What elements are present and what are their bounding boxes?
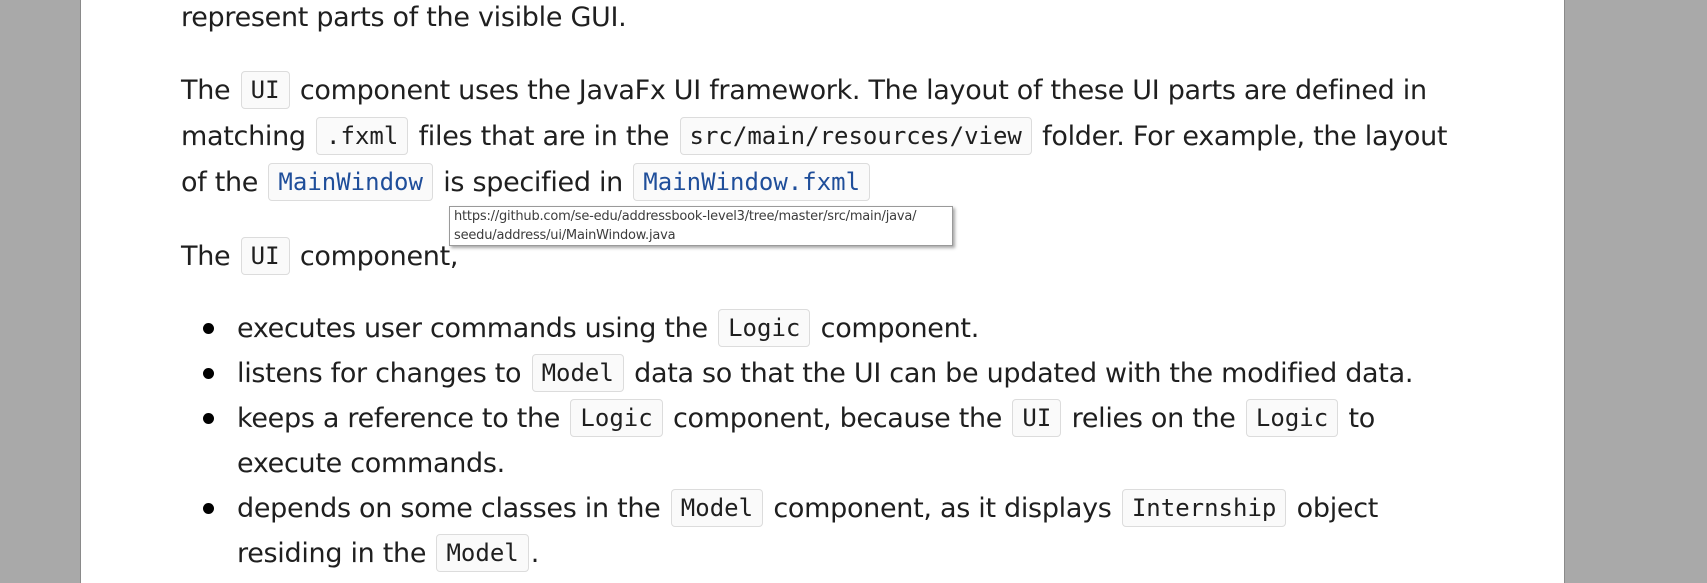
tooltip-url-line-1: https://github.com/se-edu/addressbook-le… bbox=[454, 209, 917, 224]
document-page: represent parts of the visible GUI. The … bbox=[80, 0, 1565, 583]
inline-code-view-path: src/main/resources/view bbox=[679, 117, 1032, 155]
list-item: keeps a reference to the Logic component… bbox=[203, 396, 1413, 486]
inline-code-internship: Internship bbox=[1121, 489, 1287, 527]
ui-framework-paragraph: The UI component uses the JavaFx UI fram… bbox=[181, 68, 1448, 206]
bullet-icon bbox=[203, 413, 214, 424]
inline-code-logic: Logic bbox=[1245, 399, 1339, 437]
list-item: listens for changes to Model data so tha… bbox=[203, 351, 1413, 396]
list-item: executes user commands using the Logic c… bbox=[203, 306, 1413, 351]
mainwindow-link[interactable]: MainWindow bbox=[268, 163, 433, 201]
inline-code-model: Model bbox=[670, 489, 764, 527]
list-item: depends on some classes in the Model com… bbox=[203, 486, 1413, 576]
tooltip-url-line-2: seedu/address/ui/MainWindow.java bbox=[454, 228, 676, 243]
inline-code-logic: Logic bbox=[570, 399, 663, 437]
bullet-icon bbox=[203, 323, 214, 334]
inline-code-ui: UI bbox=[1012, 399, 1062, 437]
ui-responsibilities-list: executes user commands using the Logic c… bbox=[181, 306, 1413, 576]
bullet-icon bbox=[203, 368, 214, 379]
link-url-tooltip: https://github.com/se-edu/addressbook-le… bbox=[449, 206, 953, 246]
inline-code-logic: Logic bbox=[718, 309, 811, 347]
mainwindow-fxml-link[interactable]: MainWindow.fxml bbox=[633, 163, 871, 201]
inline-code-ui: UI bbox=[240, 237, 290, 275]
bullet-icon bbox=[203, 503, 214, 514]
intro-paragraph-tail: represent parts of the visible GUI. bbox=[181, 2, 627, 33]
inline-code-ui: UI bbox=[240, 71, 290, 109]
inline-code-fxml: .fxml bbox=[316, 117, 409, 155]
ui-component-paragraph: The UI component, bbox=[181, 234, 458, 280]
inline-code-model: Model bbox=[531, 354, 624, 392]
inline-code-model: Model bbox=[436, 534, 529, 572]
